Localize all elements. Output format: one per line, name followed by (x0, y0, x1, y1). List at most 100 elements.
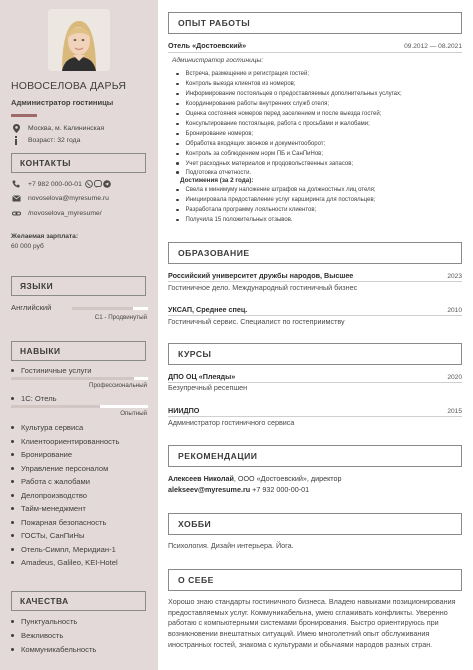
bullet-icon (176, 102, 179, 106)
reference-name: Алексеев Николай (168, 474, 234, 483)
bullet-icon (11, 480, 14, 483)
bullet-icon (11, 534, 14, 537)
profile-photo (48, 9, 110, 71)
quality-item: Пунктуальность (11, 617, 77, 626)
divider (168, 52, 462, 53)
course-name: Администратор гостиничного сервиса (168, 418, 295, 427)
skill-item: Amadeus, Galileo, KEI-Hotel (11, 558, 118, 567)
bullet-icon (11, 426, 14, 429)
skill-item: Пожарная безопасность (11, 518, 106, 527)
skill-item: Гостиничные услуги (11, 366, 91, 375)
email-row: novoselova@myresume.ru (11, 195, 109, 202)
skill-item: Культура сервиса (11, 423, 83, 432)
reference-details: , ООО «Достоевский», директор (233, 474, 342, 483)
duty-item: Контроль выезда клиентов из номеров; (176, 81, 296, 87)
bullet-icon (11, 547, 14, 551)
institution-name: Российский университет дружбы народов, В… (168, 271, 354, 280)
bullet-icon (176, 132, 179, 136)
duty-item: Консультирование постояльцев, работа с п… (176, 121, 370, 127)
skill-item: Делопроизводство (11, 491, 87, 500)
age-text: Возраст: 32 года (28, 137, 81, 144)
bullet-icon (176, 72, 179, 76)
site-row: /novoselova_myresume/ (11, 209, 102, 218)
link-icon (11, 209, 21, 218)
course-row: ДПО ОЦ «Плеяды» 2020 (168, 372, 462, 381)
bullet-icon (11, 439, 14, 443)
email-icon (11, 195, 21, 202)
bullet-icon (11, 453, 14, 456)
skill-level-fill (11, 405, 101, 408)
reference-contacts: alekseev@myresume.ru +7 932 000-00-01 (168, 485, 309, 494)
bullet-icon (176, 218, 179, 222)
skill-item: Клиентоориентированность (11, 437, 119, 446)
education-year: 2010 (447, 307, 462, 314)
salary-value: 60 000 руб (11, 243, 44, 250)
bullet-icon (11, 634, 14, 637)
bullet-icon (11, 520, 14, 524)
skill-item: ГОСТы, СанПиНы (11, 531, 84, 540)
divider (168, 416, 462, 417)
duty-item: Встреча, размещение и регистрация гостей… (176, 71, 309, 77)
course-year: 2020 (447, 374, 462, 381)
bullet-icon (176, 188, 179, 192)
duty-item: Информирование постояльцев о предоставля… (176, 91, 402, 97)
courses-heading: КУРСЫ (168, 343, 462, 365)
bullet-icon (176, 208, 179, 212)
bullet-icon (176, 152, 179, 156)
age-row: Возраст: 32 года (11, 136, 80, 145)
quality-item: Вежливость (11, 631, 63, 640)
about-text: Хорошо знаю стандарты гостиничного бизне… (168, 597, 456, 649)
quality-item: Коммуникабельность (11, 645, 96, 654)
location-text: Москва, м. Калининская (28, 125, 105, 132)
skill-level-fill (11, 377, 135, 380)
email-text[interactable]: novoselova@myresume.ru (28, 195, 109, 202)
divider (168, 281, 462, 282)
bullet-icon (176, 162, 179, 165)
skill-level: Опытный (120, 410, 147, 417)
candidate-name: НОВОСЕЛОВА ДАРЬЯ (11, 80, 127, 92)
skill-level-bar (11, 377, 148, 380)
whatsapp-icon[interactable] (85, 180, 93, 188)
telegram-icon[interactable] (103, 180, 111, 188)
duty-item: Контроль за соблюдением норм ПБ и СанПиН… (176, 151, 323, 157)
achievement-item: Свела к минимуму наложение штрафов на до… (176, 187, 376, 193)
skill-item: Бронирование (11, 450, 72, 459)
info-icon (11, 136, 21, 145)
company-name: Отель «Достоевский» (168, 41, 247, 50)
reference-phone[interactable]: +7 932 000-00-01 (252, 485, 309, 494)
language-level-bar (72, 307, 148, 310)
achievement-item: Разработала программу лояльности клиенто… (176, 207, 316, 213)
skill-item: 1С: Отель (11, 394, 57, 403)
phone-text[interactable]: +7 982 000-00-01 (28, 181, 82, 188)
site-text[interactable]: /novoselova_myresume/ (28, 210, 102, 217)
duty-item: Обработка входящих звонков и документооб… (176, 141, 325, 147)
education-field: Гостиничное дело. Международный гостинич… (168, 283, 358, 292)
salary-label: Желаемая зарплата: (11, 233, 79, 240)
messenger-icons (85, 180, 111, 188)
reference-person: Алексеев Николай, ООО «Достоевский», дир… (168, 474, 342, 483)
experience-dates: 09.2012 — 08.2021 (404, 43, 462, 50)
skills-heading: НАВЫКИ (11, 341, 146, 361)
course-name: Безупречный ресепшен (168, 383, 248, 392)
bullet-icon (11, 466, 14, 470)
skill-item: Тайм-менеджмент (11, 504, 86, 513)
course-row: НИИДПО 2015 (168, 406, 462, 415)
language-name: Английский (11, 303, 52, 312)
duty-item: Оценка состояния номеров перед заселение… (176, 111, 381, 117)
bullet-icon (11, 493, 14, 497)
education-row: Российский университет дружбы народов, В… (168, 271, 462, 280)
viber-icon[interactable] (94, 180, 102, 188)
bullet-icon (176, 198, 179, 202)
languages-heading: ЯЗЫКИ (11, 276, 146, 296)
phone-row: +7 982 000-00-01 (11, 180, 111, 188)
skill-item: Работа с жалобами (11, 477, 90, 486)
bullet-icon (11, 620, 14, 623)
achievement-item: Получила 15 положительных отзывов. (176, 217, 293, 223)
skill-level: Профессиональный (89, 382, 147, 389)
education-field: Гостиничный сервис. Специалист по гостеп… (168, 317, 345, 326)
education-year: 2023 (447, 273, 462, 280)
bullet-icon (11, 561, 14, 564)
skill-level-bar (11, 405, 148, 408)
experience-row: Отель «Достоевский» 09.2012 — 08.2021 (168, 41, 462, 50)
reference-email[interactable]: alekseev@myresume.ru (168, 485, 250, 494)
